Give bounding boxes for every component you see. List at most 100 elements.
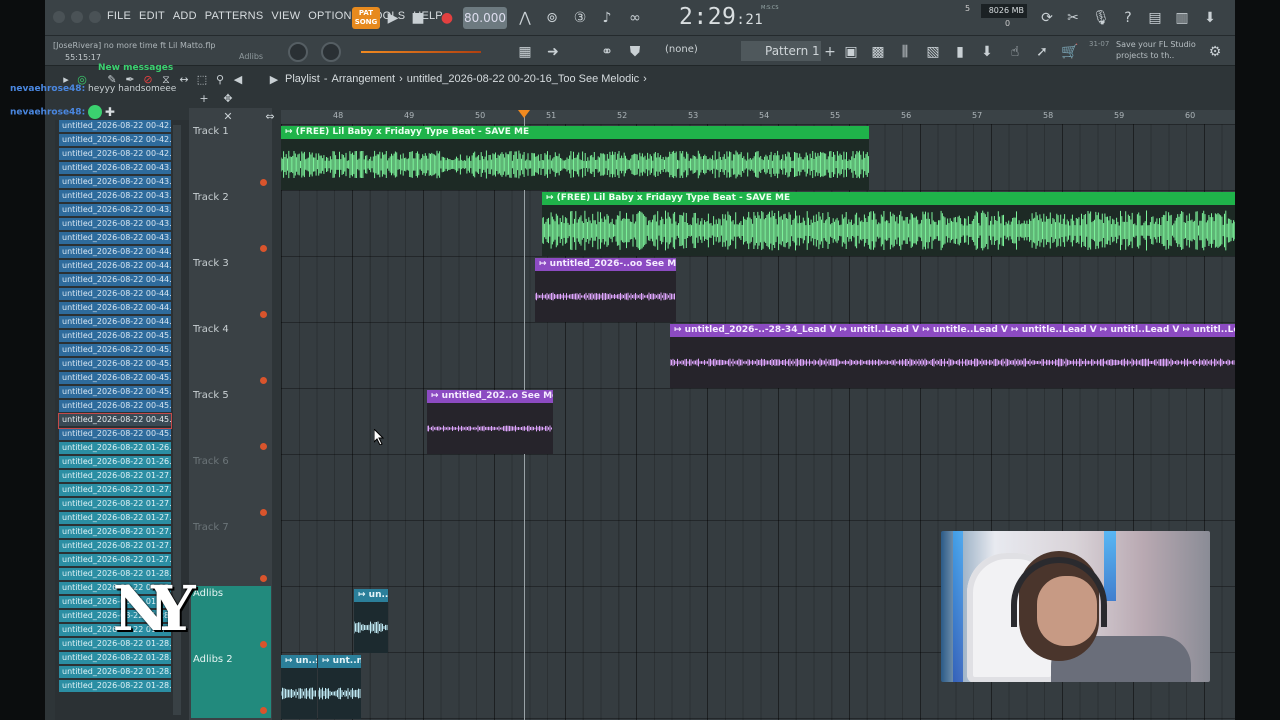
plugin-icon[interactable]: ▥ [1172, 8, 1192, 28]
track-header[interactable]: Track 7 [191, 520, 271, 586]
menu-patterns[interactable]: PATTERNS [205, 10, 264, 22]
track-led-icon[interactable] [260, 641, 267, 648]
browser-item[interactable]: untitled_2026-08-22 00-44... [59, 288, 171, 302]
clip-track3-melodic[interactable]: ↦ untitled_2026-..oo See Melodic [535, 258, 676, 322]
help-icon[interactable]: ? [1118, 8, 1138, 28]
loop-record-icon[interactable]: ∞ [625, 8, 645, 28]
clip-track1-beat[interactable]: ↦ (FREE) Lil Baby x Fridayy Type Beat - … [281, 126, 869, 190]
browser-item[interactable]: untitled_2026-08-22 01-26... [59, 456, 171, 470]
browser-item[interactable]: untitled_2026-08-22 01-27... [59, 512, 171, 526]
browser-item[interactable]: untitled_2026-08-22 00-45... [59, 386, 171, 400]
clip-adlibs2-a[interactable]: ↦ un..s [281, 655, 317, 719]
browser-item[interactable]: untitled_2026-08-22 00-45... [59, 372, 171, 386]
clip-adlibs2-b[interactable]: ↦ unt..ns [318, 655, 361, 719]
cut-icon[interactable]: ✂ [1063, 8, 1083, 28]
track-led-icon[interactable] [260, 311, 267, 318]
browser-item[interactable]: untitled_2026-08-22 00-43... [59, 176, 171, 190]
play-icon[interactable]: ▶ [383, 8, 403, 28]
slip-icon[interactable]: ↔ [177, 73, 191, 87]
close-dot[interactable] [53, 11, 65, 23]
move-icon[interactable]: ✥ [221, 92, 235, 106]
tempo-display[interactable]: 80.000 [463, 7, 507, 29]
browser-item[interactable]: untitled_2026-08-22 00-42... [59, 148, 171, 162]
playlist-icon[interactable]: ▦ [515, 42, 535, 62]
browser-item[interactable]: untitled_2026-08-22 00-43... [59, 218, 171, 232]
browser-item[interactable]: untitled_2026-08-22 00-42... [59, 120, 171, 134]
track-header[interactable]: Adlibs [191, 586, 271, 652]
minimize-dot[interactable] [71, 11, 83, 23]
track-header[interactable]: Track 3 [191, 256, 271, 322]
browser-item[interactable]: untitled_2026-08-22 01-26... [59, 442, 171, 456]
browser-item[interactable]: untitled_2026-08-22 00-43... [59, 204, 171, 218]
browser-item[interactable]: untitled_2026-08-22 00-42... [59, 134, 171, 148]
mic-icon[interactable]: 🎙 [1091, 8, 1111, 28]
browser-item[interactable]: untitled_2026-08-22 00-44... [59, 302, 171, 316]
download-icon[interactable]: ⬇ [1200, 8, 1220, 28]
browser-item[interactable]: untitled_2026-08-22 01-27... [59, 484, 171, 498]
track-header[interactable]: Track 2 [191, 190, 271, 256]
wait-input-icon[interactable]: ⊚ [542, 8, 562, 28]
speaker-icon[interactable]: ◀ [231, 73, 245, 87]
master-slider[interactable] [361, 51, 481, 53]
browser-item[interactable]: untitled_2026-08-22 01-28... [59, 680, 171, 694]
track-led-icon[interactable] [260, 575, 267, 582]
browser-item[interactable]: untitled_2026-08-22 00-45... [59, 358, 171, 372]
record-icon[interactable]: ● [437, 8, 457, 28]
playhead-marker[interactable] [518, 110, 530, 118]
track-led-icon[interactable] [260, 377, 267, 384]
browser-item[interactable]: untitled_2026-08-22 01-28... [59, 652, 171, 666]
select-icon[interactable]: ⬚ [195, 73, 209, 87]
browser-item[interactable]: untitled_2026-08-22 01-28... [59, 666, 171, 680]
track-header[interactable]: Track 1 [191, 124, 271, 190]
channel-rack-icon[interactable]: ▩ [868, 42, 888, 62]
mixer-icon[interactable]: ⫼ [895, 42, 915, 62]
clip-adlibs[interactable]: ↦ un..s [354, 589, 388, 653]
plugin-picker-icon[interactable]: ⬇ [977, 42, 997, 62]
touch-icon[interactable]: ☝ [1005, 42, 1025, 62]
link-icon[interactable]: ⚭ [597, 42, 617, 62]
settings-icon[interactable]: ⚙ [1205, 42, 1225, 62]
browser-item[interactable]: untitled_2026-08-22 00-44... [59, 246, 171, 260]
cart-icon[interactable]: 🛒 [1060, 42, 1080, 62]
stamp-icon[interactable]: ⛊ [625, 42, 645, 62]
menu-edit[interactable]: EDIT [139, 10, 165, 22]
menu-file[interactable]: FILE [107, 10, 131, 22]
feedback-icon[interactable]: ➚ [1032, 42, 1052, 62]
arrange-icon[interactable]: ▶ [267, 73, 281, 87]
track-header[interactable]: Track 5 [191, 388, 271, 454]
playlist-add-icon[interactable]: + [197, 92, 211, 106]
track-led-icon[interactable] [260, 707, 267, 714]
browser-item[interactable]: untitled_2026-08-22 00-45... [59, 400, 171, 414]
track-led-icon[interactable] [260, 443, 267, 450]
track-header[interactable]: Adlibs 2 [191, 652, 271, 718]
track-led-icon[interactable] [260, 179, 267, 186]
master-pitch-knob[interactable] [321, 42, 341, 62]
browser-item[interactable]: untitled_2026-08-22 00-45... [58, 413, 172, 429]
add-pattern-icon[interactable]: + [820, 42, 840, 62]
browser-item[interactable]: untitled_2026-08-22 00-45... [59, 330, 171, 344]
arrow-right-icon[interactable]: ➜ [543, 42, 563, 62]
countdown-icon[interactable]: ③ [570, 8, 590, 28]
metronome-icon[interactable]: ⋀ [515, 8, 535, 28]
browser-item[interactable]: untitled_2026-08-22 01-27... [59, 554, 171, 568]
stop-icon[interactable]: ■ [408, 8, 428, 28]
browser-item[interactable]: untitled_2026-08-22 00-44... [59, 260, 171, 274]
track-header[interactable]: Track 4 [191, 322, 271, 388]
browser-item[interactable]: untitled_2026-08-22 00-44... [59, 274, 171, 288]
browser-item[interactable]: untitled_2026-08-22 01-27... [59, 526, 171, 540]
zoom-icon[interactable]: ⚲ [213, 73, 227, 87]
browser-item[interactable]: untitled_2026-08-22 00-43... [59, 162, 171, 176]
save-icon[interactable]: ▤ [1145, 8, 1165, 28]
step-edit-icon[interactable]: ♪ [597, 8, 617, 28]
browser-item[interactable]: untitled_2026-08-22 01-27... [59, 540, 171, 554]
track-header[interactable]: Track 6 [191, 454, 271, 520]
track-led-icon[interactable] [260, 245, 267, 252]
browser-item[interactable]: untitled_2026-08-22 00-44... [59, 316, 171, 330]
menu-view[interactable]: VIEW [271, 10, 300, 22]
refresh-icon[interactable]: ⟳ [1037, 8, 1057, 28]
browser-item[interactable]: untitled_2026-08-22 00-43... [59, 190, 171, 204]
browser-item[interactable]: untitled_2026-08-22 00-43... [59, 232, 171, 246]
browser-item[interactable]: untitled_2026-08-22 00-45... [59, 344, 171, 358]
project-icon[interactable]: ▮ [950, 42, 970, 62]
browser-item[interactable]: untitled_2026-08-22 00-45... [59, 428, 171, 442]
